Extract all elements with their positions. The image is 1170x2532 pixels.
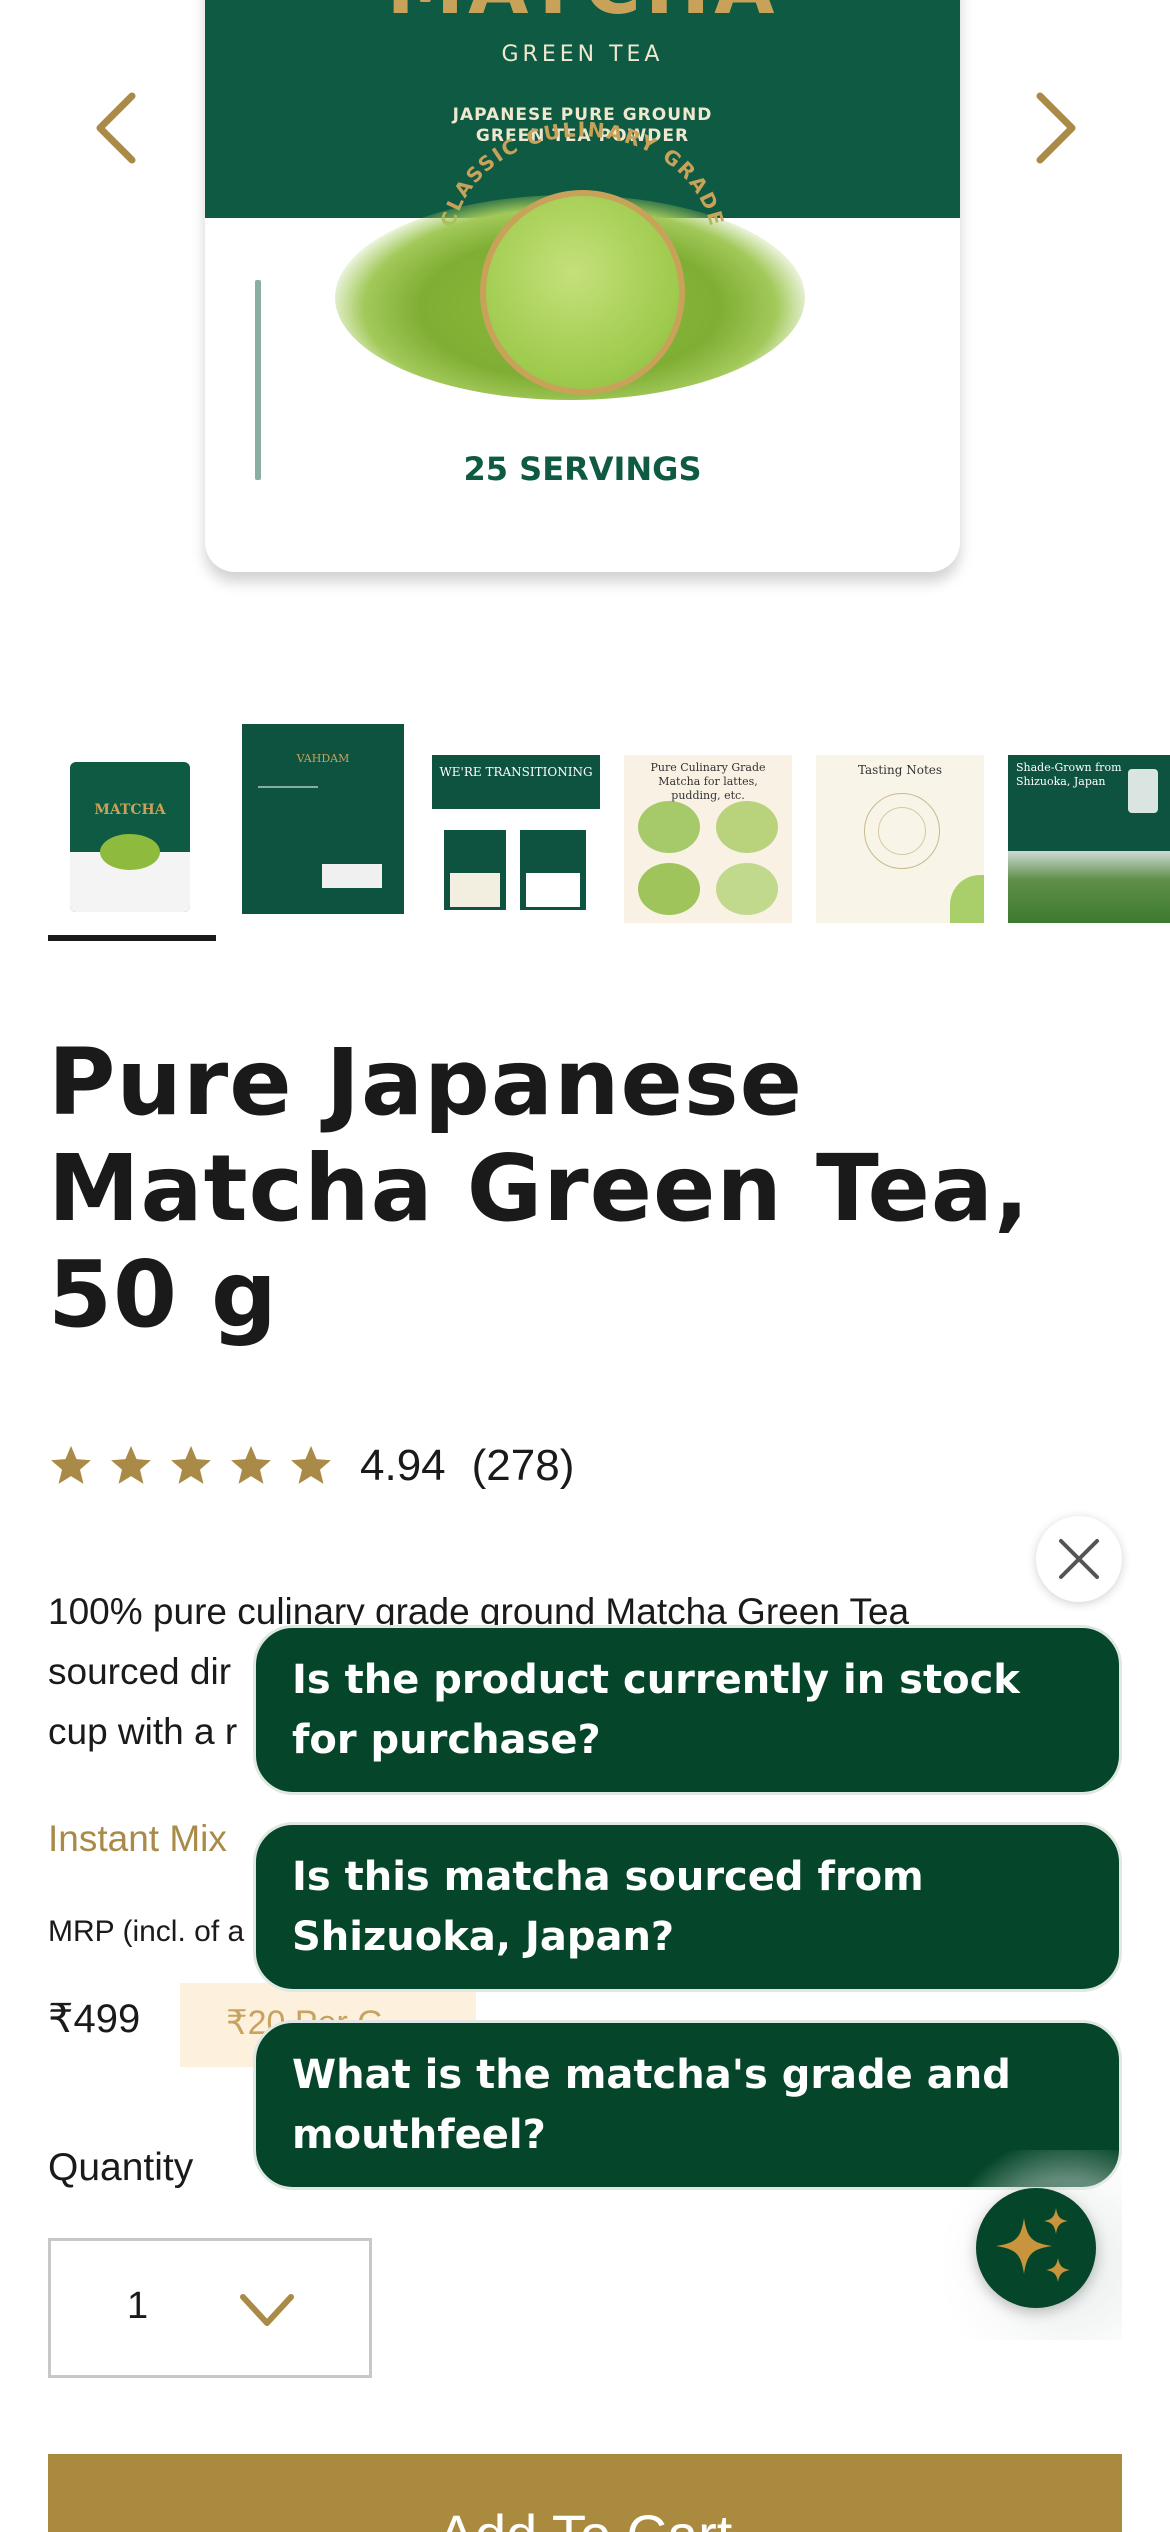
instant-mix-link[interactable]: Instant Mix — [48, 1818, 227, 1860]
thumbnail-1[interactable]: MATCHA — [70, 762, 190, 912]
rating-count[interactable]: (278) — [472, 1441, 575, 1491]
thumbnail-1-label: MATCHA — [94, 802, 166, 818]
product-image-carousel[interactable]: MATCHA GREEN TEA JAPANESE PURE GROUND GR… — [0, 0, 1170, 690]
thumbnail-2-image: VAHDAM — [242, 724, 404, 914]
thumbnail-4-image: Pure Culinary Grade Matcha for lattes, p… — [624, 755, 792, 923]
close-icon — [1059, 1539, 1099, 1579]
chevron-right-icon — [1036, 92, 1076, 164]
star-icon — [171, 1445, 211, 1484]
bag-title: MATCHA — [205, 0, 960, 32]
thumbnail-2-label: VAHDAM — [296, 752, 350, 765]
product-title: Pure Japanese Matcha Green Tea, 50 g — [48, 1029, 1030, 1348]
thumbnail-6[interactable]: Shade-Grown from Shizuoka, Japan — [1008, 755, 1170, 923]
chevron-down-icon — [240, 2294, 294, 2326]
star-icon — [51, 1445, 91, 1484]
thumbnail-5-label: Tasting Notes — [857, 763, 943, 777]
bag-subtitle: GREEN TEA — [501, 42, 664, 67]
thumbnail-2[interactable]: VAHDAM — [242, 724, 404, 914]
mrp-label: MRP (incl. of a — [48, 1915, 245, 1948]
bag-servings: 25 SERVINGS — [463, 450, 702, 488]
chevron-left-icon — [96, 92, 136, 164]
carousel-prev-button[interactable] — [88, 90, 144, 166]
thumbnail-4[interactable]: Pure Culinary Grade Matcha for lattes, p… — [624, 755, 792, 923]
suggested-question-origin[interactable]: Is this matcha sourced from Shizuoka, Ja… — [253, 1822, 1122, 1992]
thumbnail-5[interactable]: Tasting Notes — [816, 755, 984, 923]
quantity-value: 1 — [127, 2285, 149, 2327]
rating-value: 4.94 — [360, 1441, 446, 1490]
thumbnail-4-label: Pure Culinary Grade Matcha for lattes, p… — [650, 761, 766, 802]
thumbnail-5-image: Tasting Notes — [816, 755, 984, 923]
thumbnail-active-indicator — [48, 935, 216, 941]
product-price: ₹499 — [48, 1997, 141, 2041]
star-icon — [111, 1445, 151, 1484]
assistant-close-button[interactable] — [1036, 1516, 1122, 1602]
thumbnail-1-image: MATCHA — [70, 762, 190, 912]
sparkle-icon — [996, 2208, 1070, 2282]
thumbnail-3[interactable]: WE'RE TRANSITIONING — [432, 755, 600, 915]
add-to-cart-button[interactable]: Add To Cart — [48, 2454, 1122, 2532]
matcha-bowl — [480, 190, 685, 395]
star-icon — [231, 1445, 271, 1484]
thumbnail-3-image: WE'RE TRANSITIONING — [432, 755, 600, 915]
star-icon — [291, 1445, 331, 1484]
suggested-question-stock[interactable]: Is the product currently in stock for pu… — [253, 1625, 1122, 1795]
carousel-next-button[interactable] — [1028, 90, 1084, 166]
quantity-label: Quantity — [48, 2146, 194, 2189]
product-image: MATCHA GREEN TEA JAPANESE PURE GROUND GR… — [205, 0, 960, 572]
product-rating[interactable]: 4.94 (278) — [48, 1436, 574, 1496]
assistant-open-button[interactable] — [976, 2188, 1096, 2308]
thumbnail-3-label: WE'RE TRANSITIONING — [439, 765, 593, 779]
thumbnail-6-image: Shade-Grown from Shizuoka, Japan — [1008, 755, 1170, 923]
quantity-select[interactable]: 1 — [48, 2238, 372, 2378]
thumbnail-6-label: Shade-Grown from Shizuoka, Japan — [1016, 761, 1122, 788]
